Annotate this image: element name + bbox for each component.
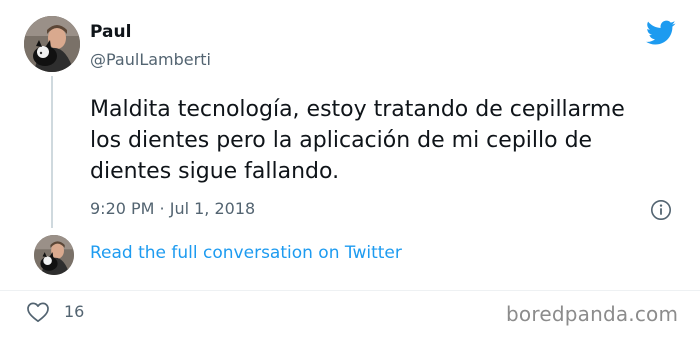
divider: [0, 290, 700, 291]
tweet-text-line: los dientes pero la aplicación de mi cep…: [90, 128, 593, 153]
info-circle-icon[interactable]: [650, 199, 672, 221]
avatar-photo-image: [34, 235, 74, 275]
heart-outline-icon[interactable]: [26, 301, 50, 323]
read-full-conversation-link[interactable]: Read the full conversation on Twitter: [90, 243, 402, 263]
twitter-bird-icon[interactable]: [646, 20, 676, 46]
tweet-timestamp[interactable]: 9:20 PM · Jul 1, 2018: [90, 199, 255, 218]
author-display-name[interactable]: Paul: [90, 22, 131, 42]
avatar-photo-image: [24, 16, 80, 72]
tweet-text-line: Maldita tecnología, estoy tratando de ce…: [90, 97, 625, 122]
like-count: 16: [64, 302, 85, 321]
thread-connector-line: [51, 76, 53, 228]
author-handle[interactable]: @PaulLamberti: [90, 50, 211, 69]
tweet-text: Maldita tecnología, estoy tratando de ce…: [90, 94, 670, 187]
boredpanda-watermark: boredpanda.com: [506, 302, 679, 326]
author-avatar[interactable]: [24, 16, 80, 72]
tweet-text-line: dientes sigue fallando.: [90, 159, 340, 184]
conversation-avatar: [34, 235, 74, 275]
